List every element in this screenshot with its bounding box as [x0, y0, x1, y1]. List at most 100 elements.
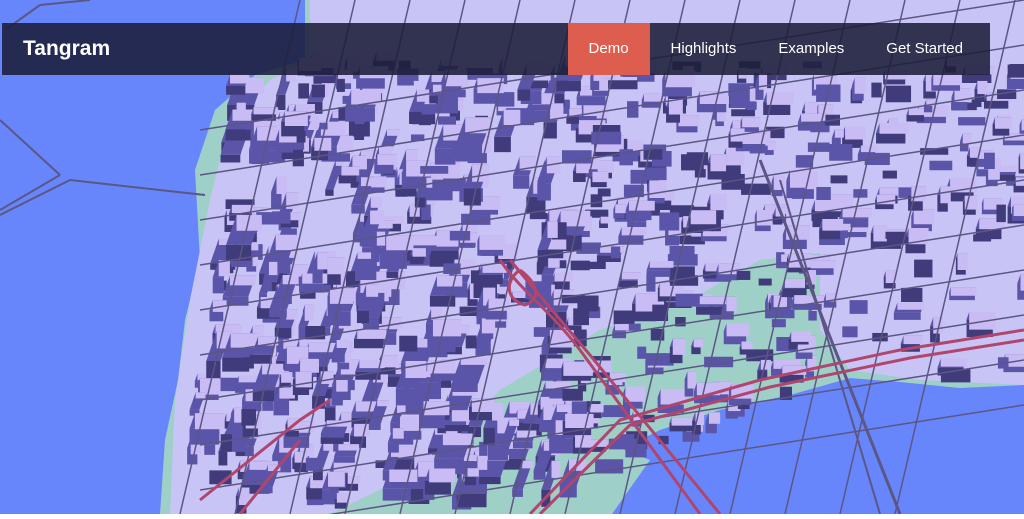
building-base [498, 448, 509, 456]
building-roof [678, 115, 700, 127]
building-roof [950, 287, 977, 296]
building-roof [412, 248, 426, 257]
building-base [573, 308, 589, 326]
building-roof [913, 209, 935, 225]
building-roof [879, 122, 909, 134]
building-roof [988, 168, 1000, 180]
building-base [475, 340, 491, 356]
building-roof [467, 468, 479, 477]
building-base [731, 109, 755, 117]
building-base [613, 310, 635, 325]
building-base [298, 83, 309, 99]
building-base [973, 234, 992, 242]
map-canvas[interactable] [0, 0, 1024, 519]
building-base [882, 170, 897, 179]
building-roof [194, 413, 225, 430]
building-roof [218, 260, 230, 277]
building-roof [451, 410, 469, 422]
building-roof [710, 194, 727, 211]
building-roof [742, 117, 761, 128]
building-roof [621, 227, 647, 236]
building-roof [429, 468, 456, 483]
building-roof [436, 275, 463, 287]
building-base [465, 335, 477, 349]
building-roof [962, 133, 972, 144]
building-roof [649, 180, 667, 198]
building-base [610, 246, 621, 259]
building-base [958, 117, 986, 126]
building-roof [554, 272, 573, 282]
building-roof [756, 209, 773, 226]
building-roof [432, 319, 462, 337]
building-roof [304, 308, 314, 321]
building-base [513, 175, 530, 189]
building-roof [903, 335, 923, 345]
building-base [371, 248, 380, 263]
building-roof [195, 392, 206, 399]
building-base [893, 312, 921, 320]
building-base [876, 132, 906, 144]
building-base [842, 326, 858, 338]
building-base [220, 434, 232, 452]
nav-item-get-started[interactable]: Get Started [865, 23, 984, 75]
building-roof [873, 225, 887, 242]
building-roof [615, 204, 627, 214]
building-roof [479, 235, 506, 250]
building-roof [576, 162, 589, 174]
building-base [334, 456, 355, 463]
building-base [562, 388, 583, 401]
building-base [923, 105, 933, 113]
building-base [456, 493, 487, 508]
building-base [409, 111, 422, 124]
building-base [387, 442, 399, 453]
building-base [736, 270, 751, 280]
building-base [644, 149, 663, 160]
building-base [354, 338, 384, 349]
building-base [807, 142, 830, 152]
building-base [429, 95, 438, 104]
building-roof [710, 154, 727, 172]
building-base [430, 373, 461, 381]
building-base [305, 457, 319, 471]
building-base [434, 148, 456, 165]
building-base [354, 124, 365, 141]
building-base [218, 450, 228, 466]
building-base [929, 160, 953, 171]
building-base [226, 85, 246, 95]
building-roof [628, 200, 655, 211]
building-base [451, 385, 478, 392]
building-roof [791, 331, 812, 342]
building-roof [238, 375, 259, 383]
building-roof [643, 93, 663, 102]
building-base [306, 487, 323, 500]
building-base [249, 149, 270, 164]
brand-logo[interactable]: Tangram [2, 23, 568, 75]
nav-item-demo[interactable]: Demo [567, 23, 650, 75]
building-base [808, 310, 817, 321]
building-roof [699, 296, 727, 305]
building-base [996, 204, 1006, 223]
nav-item-examples[interactable]: Examples [757, 23, 865, 75]
building-base [549, 438, 574, 454]
building-base [395, 388, 417, 406]
building-base [608, 80, 638, 90]
building-base [324, 407, 336, 422]
map-view[interactable] [0, 0, 1024, 519]
building-base [686, 152, 709, 166]
building-base [885, 231, 907, 239]
building-roof [299, 338, 308, 348]
building-roof [392, 428, 404, 439]
building-base [529, 212, 548, 220]
building-base [220, 154, 241, 163]
building-base [225, 129, 251, 141]
building-roof [481, 318, 496, 334]
building-base [338, 174, 357, 184]
building-roof [547, 221, 558, 238]
building-base [741, 183, 771, 195]
nav-item-highlights[interactable]: Highlights [650, 23, 758, 75]
building-roof [789, 170, 809, 188]
building-roof [377, 400, 390, 407]
building-base [222, 357, 250, 372]
building-base [512, 441, 533, 449]
building-roof [1013, 204, 1024, 217]
